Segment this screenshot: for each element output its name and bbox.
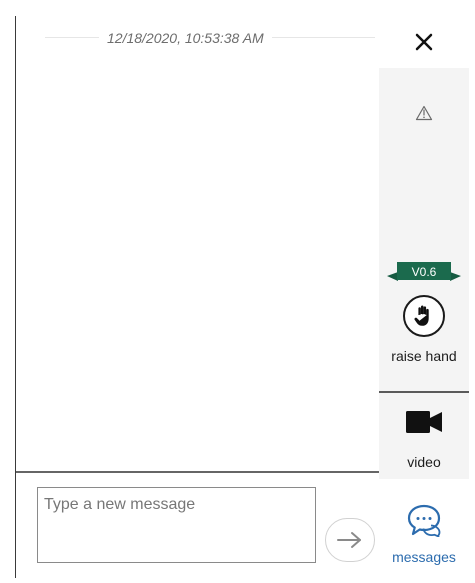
chat-thread: 12/18/2020, 10:53:38 AM [16,16,379,471]
close-button[interactable] [379,16,469,68]
messages-label: messages [392,549,456,565]
video-icon-wrap [405,409,443,435]
warning-icon [415,105,433,121]
hand-icon [414,305,429,326]
chat-timestamp: 12/18/2020, 10:53:38 AM [99,28,272,48]
version-badge: V0.6 [387,261,461,283]
warning-button[interactable] [379,68,469,158]
video-label: video [407,454,441,470]
chat-bubbles-icon [407,504,441,537]
raise-hand-icon-circle [403,295,445,337]
close-icon [415,33,433,51]
messages-icon-wrap [404,503,444,537]
messages-button[interactable]: messages [379,479,469,578]
message-input[interactable] [37,487,316,563]
arrow-right-icon [337,532,361,548]
meeting-panel: 12/18/2020, 10:53:38 AM Type a new messa… [15,16,469,578]
timestamp-row: 12/18/2020, 10:53:38 AM [45,28,375,48]
message-composer [16,473,379,578]
raise-hand-label: raise hand [391,348,457,364]
window-top-strip [0,0,475,16]
version-label: V0.6 [411,265,437,279]
video-icon [406,411,442,433]
raise-hand-button[interactable]: raise hand [379,283,469,391]
send-button[interactable] [325,518,375,562]
video-button[interactable]: video [379,393,469,479]
app-window: 12/18/2020, 10:53:38 AM Type a new messa… [0,0,475,583]
action-sidebar: V0.6 raise hand video messages [379,16,469,578]
